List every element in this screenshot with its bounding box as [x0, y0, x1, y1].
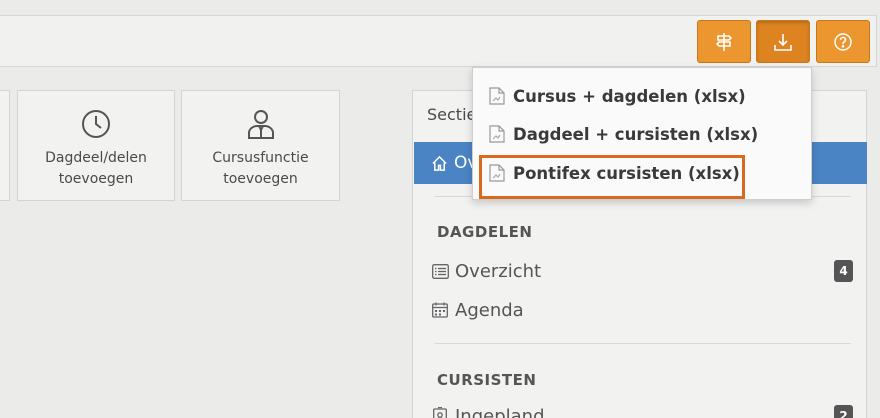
count-badge: 2 [834, 405, 853, 418]
section-heading-dagdelen: DAGDELEN [437, 223, 533, 241]
nav-item-label: Overzicht [455, 260, 542, 282]
user-tie-icon [244, 107, 278, 141]
card-label: Dagdeel/delen toevoegen [45, 150, 147, 187]
menu-item-daypart-students-xlsx[interactable]: Dagdeel + cursisten (xlsx) [489, 119, 758, 149]
menu-item-pontifex-students-xlsx[interactable]: Pontifex cursisten (xlsx) [489, 158, 740, 188]
count-badge: 4 [834, 260, 853, 282]
menu-item-course-dayparts-xlsx[interactable]: Cursus + dagdelen (xlsx) [489, 81, 746, 111]
menu-item-label: Cursus + dagdelen (xlsx) [513, 86, 746, 106]
file-excel-icon [489, 87, 505, 105]
nav-item-agenda[interactable]: Agenda [431, 295, 861, 325]
card-label: Cursusfunctie toevoegen [212, 150, 309, 187]
nav-item-label: Ingepland [455, 405, 545, 418]
list-icon [431, 262, 449, 280]
home-icon [432, 155, 447, 171]
clock-icon [79, 107, 113, 141]
add-course-function-card[interactable]: Cursusfunctie toevoegen [181, 90, 340, 201]
nav-item-overview[interactable]: Overzicht 4 [431, 256, 861, 286]
nav-item-label: Agenda [455, 299, 524, 321]
divider [435, 343, 851, 344]
file-excel-icon [489, 125, 505, 143]
menu-item-label: Dagdeel + cursisten (xlsx) [513, 124, 759, 144]
file-excel-icon [489, 164, 505, 182]
signpost-icon [715, 32, 733, 51]
help-icon [834, 32, 852, 51]
download-button[interactable] [756, 20, 810, 63]
partial-card[interactable] [0, 90, 10, 201]
badge-icon [431, 407, 449, 418]
download-icon [774, 33, 792, 51]
add-day-part-card[interactable]: Dagdeel/delen toevoegen [17, 90, 175, 201]
menu-item-label: Pontifex cursisten (xlsx) [513, 163, 740, 183]
calendar-icon [431, 301, 449, 319]
section-heading-cursisten: CURSISTEN [437, 371, 537, 389]
export-dropdown-menu: Cursus + dagdelen (xlsx) Dagdeel + cursi… [472, 67, 812, 200]
help-button[interactable] [816, 20, 870, 63]
signpost-button[interactable] [697, 20, 751, 63]
nav-item-planned[interactable]: Ingepland 2 [431, 401, 861, 418]
panel-title: Sectie [427, 105, 477, 124]
